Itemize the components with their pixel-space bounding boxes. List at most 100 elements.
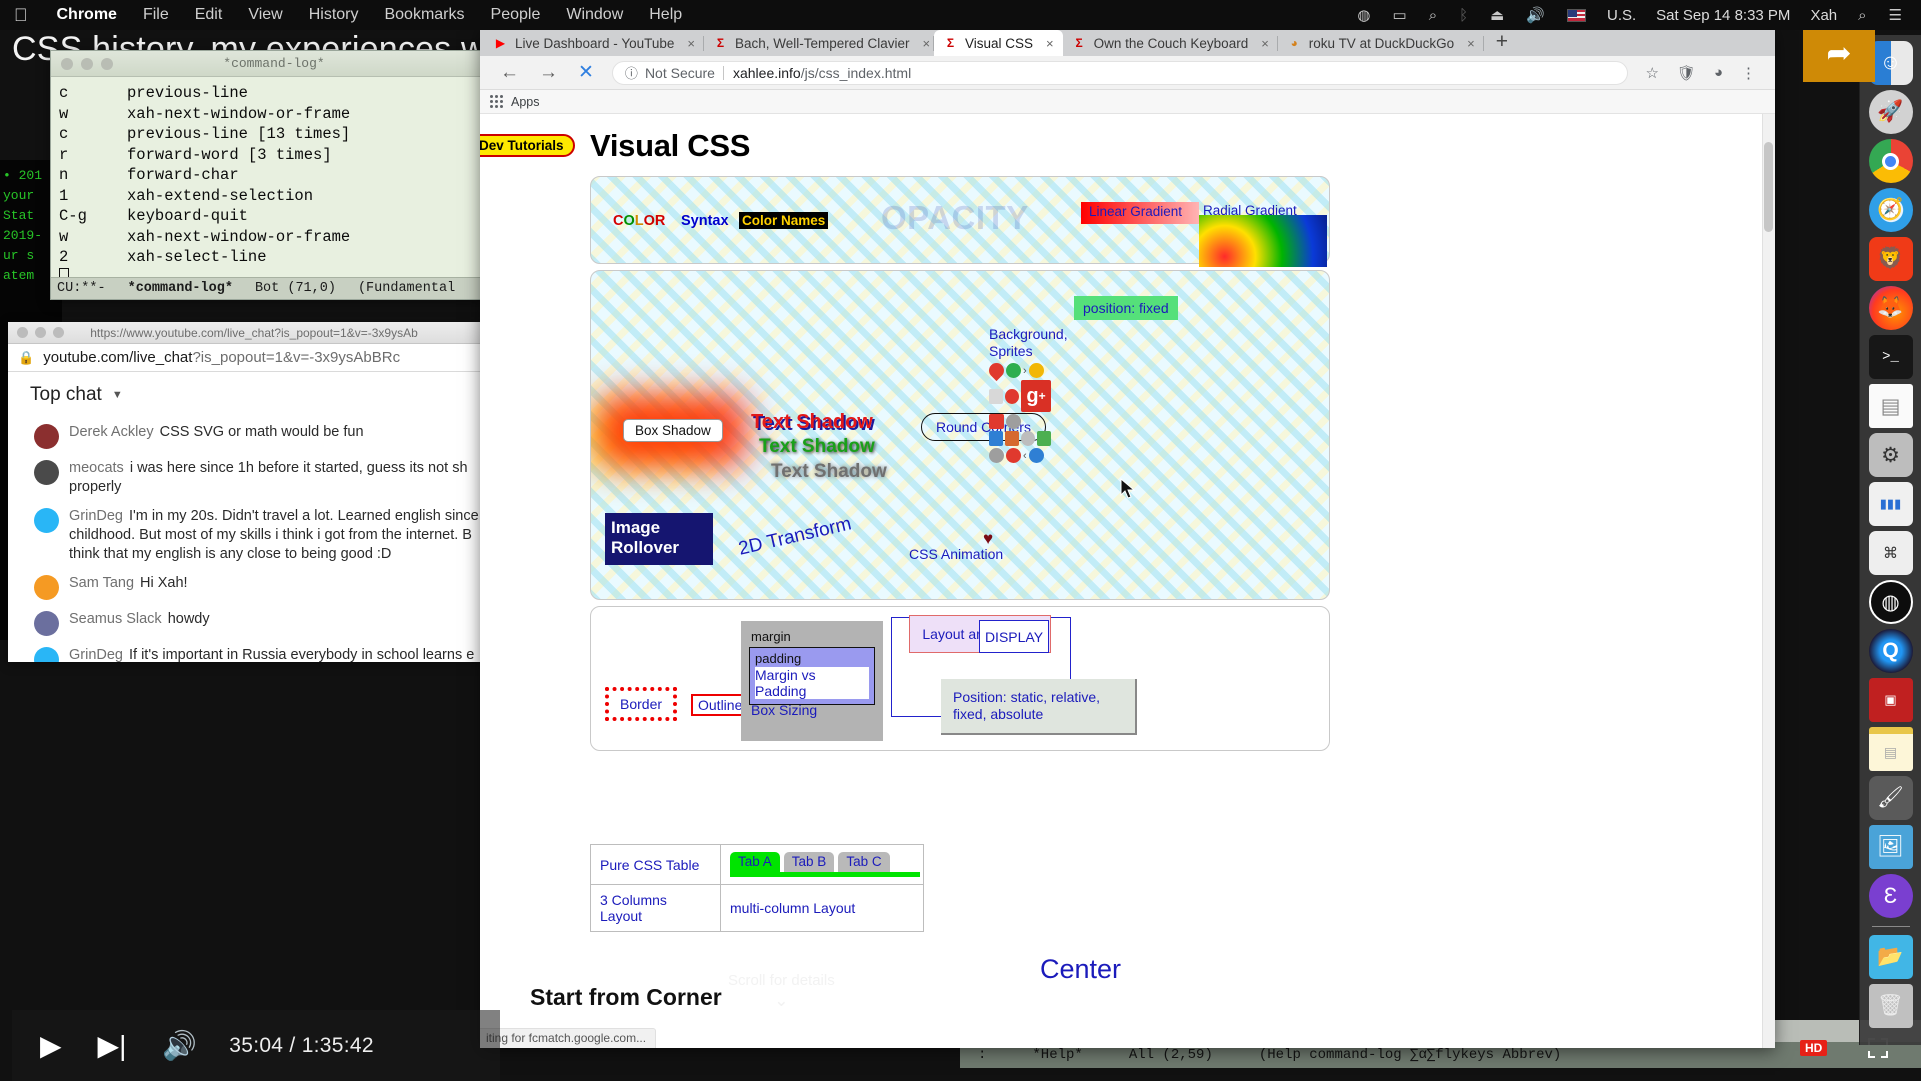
emacs-titlebar[interactable]: *command-log*	[51, 51, 497, 77]
browser-toolbar[interactable]: ← → ✕ ⓘ Not Secure xahlee.info/js/css_in…	[480, 56, 1775, 90]
macos-menubar[interactable]:  Chrome File Edit View History Bookmark…	[0, 0, 1921, 30]
notification-center-icon[interactable]: ☰	[1878, 6, 1913, 24]
play-icon[interactable]: ▶	[22, 1029, 80, 1062]
firefox-icon[interactable]: 🦊	[1868, 286, 1913, 330]
image-rollover-link[interactable]: Image Rollover	[605, 513, 713, 565]
scrollbar-thumb[interactable]	[1764, 142, 1773, 232]
shield-icon[interactable]: 🛡	[1668, 64, 1705, 82]
display-link[interactable]: DISPLAY	[979, 620, 1049, 653]
close-tab-icon[interactable]: ×	[1467, 36, 1475, 51]
brave-icon[interactable]: 🦁	[1868, 237, 1913, 281]
position-fixed-link[interactable]: position: fixed	[1074, 296, 1178, 320]
forward-icon[interactable]: →	[529, 62, 568, 84]
video-controls[interactable]: ▶ ▶| 🔊 35:04 / 1:35:42	[12, 1010, 500, 1081]
textedit-icon[interactable]: ▤	[1868, 384, 1913, 428]
stop-loading-icon[interactable]: ✕	[568, 61, 604, 84]
volume-icon[interactable]: 🔊	[144, 1029, 215, 1062]
radial-gradient-link[interactable]: Radial Gradient	[1203, 203, 1297, 218]
page-scrollbar[interactable]	[1762, 114, 1775, 1048]
safari-icon[interactable]: 🧭	[1868, 188, 1913, 232]
quicktime-icon[interactable]: Q	[1868, 629, 1913, 673]
chat-window-titlebar[interactable]: https://www.youtube.com/live_chat?is_pop…	[8, 322, 500, 344]
text-shadow-link-2[interactable]: Text Shadow	[759, 436, 875, 458]
eject-icon[interactable]: ⏏	[1479, 6, 1515, 24]
browser-tab-bach[interactable]: Σ Bach, Well-Tempered Clavier ×	[704, 30, 934, 56]
tab-strip[interactable]: ▶ Live Dashboard - YouTube × Σ Bach, Wel…	[480, 28, 1775, 56]
tab-a[interactable]: Tab A	[730, 852, 780, 872]
browser-tab-visual-css[interactable]: Σ Visual CSS ×	[933, 30, 1063, 56]
terminal-icon[interactable]: >_	[1868, 335, 1913, 379]
margin-vs-padding-link[interactable]: Margin vs Padding	[755, 667, 869, 699]
chrome-icon[interactable]	[1868, 139, 1913, 183]
macos-dock[interactable]: ☺ 🚀 🧭 🦁 🦊 >_ ▤ ⚙ ▮▮▮ ⌘ ◍ Q ▣ ▤ 🖌 🖼 Ɛ 📂 🗑	[1859, 35, 1921, 1045]
text-shadow-link-1[interactable]: Text Shadow	[751, 411, 873, 434]
close-tab-icon[interactable]: ×	[923, 36, 931, 51]
color-names-link[interactable]: Color Names	[739, 212, 829, 229]
next-video-icon[interactable]: ▶|	[80, 1029, 145, 1062]
emacs-icon[interactable]: Ɛ	[1868, 874, 1913, 918]
bookmark-apps[interactable]: Apps	[511, 95, 540, 109]
close-tab-icon[interactable]: ×	[1261, 36, 1269, 51]
opacity-link[interactable]: OPACITY	[881, 199, 1029, 237]
emacs-command-log-window[interactable]: *command-log* c previous-line w xah-next-w…	[50, 50, 498, 300]
clock[interactable]: Sat Sep 14 8:33 PM	[1646, 7, 1800, 24]
menu-help[interactable]: Help	[636, 6, 695, 24]
system-preferences-icon[interactable]: ⚙	[1868, 433, 1913, 477]
color-syntax-link[interactable]: Syntax	[681, 213, 729, 229]
menu-file[interactable]: File	[130, 6, 182, 24]
new-tab-button[interactable]: +	[1484, 30, 1520, 56]
box-sizing-link[interactable]: Box Sizing	[751, 702, 817, 718]
menu-edit[interactable]: Edit	[182, 6, 236, 24]
keyboard-viewer-icon[interactable]: ⌘	[1868, 531, 1913, 575]
multi-column-layout-link[interactable]: multi-column Layout	[720, 884, 924, 932]
menu-people[interactable]: People	[478, 6, 554, 24]
obs-record-icon[interactable]: ◍	[1346, 6, 1381, 24]
activity-monitor-icon[interactable]: ▮▮▮	[1868, 482, 1913, 526]
spotlight-icon[interactable]: ⌕	[1847, 7, 1877, 24]
position-link[interactable]: Position: static, relative, fixed, absol…	[941, 679, 1137, 735]
background-sprites-link[interactable]: Background, Sprites	[989, 326, 1068, 360]
preview-icon[interactable]: 🖼	[1868, 825, 1913, 869]
chat-address-bar[interactable]: 🔒 youtube.com/live_chat ?is_popout=1&v=-3…	[8, 344, 500, 372]
three-columns-layout-link[interactable]: 3 Columns Layout	[590, 884, 721, 932]
back-to-tutorials-link[interactable]: back to Web Dev Tutorials	[480, 134, 575, 157]
obs-icon[interactable]: ◍	[1868, 580, 1913, 624]
color-link[interactable]: COLOR	[613, 213, 665, 229]
close-tab-icon[interactable]: ×	[1046, 36, 1054, 51]
menu-history[interactable]: History	[296, 6, 372, 24]
chat-message-list[interactable]: Derek Ackley CSS SVG or math would be fun…	[8, 414, 500, 662]
address-bar[interactable]: ⓘ Not Secure xahlee.info/js/css_index.ht…	[611, 60, 1629, 85]
magnifier-icon[interactable]: ⌕	[1418, 7, 1448, 24]
us-flag-icon[interactable]	[1556, 8, 1597, 22]
user-menu[interactable]: Xah	[1800, 7, 1847, 24]
bookmark-star-icon[interactable]: ☆	[1636, 64, 1667, 82]
menu-view[interactable]: View	[235, 6, 295, 24]
center-link[interactable]: Center	[1040, 954, 1121, 985]
tab-c[interactable]: Tab C	[838, 852, 890, 872]
notes-icon[interactable]: ▤	[1868, 727, 1913, 771]
kebab-menu-icon[interactable]: ⋮	[1732, 64, 1765, 82]
downloads-folder-icon[interactable]: 📂	[1868, 935, 1913, 979]
tab-b[interactable]: Tab B	[783, 852, 835, 872]
menubar-status-items[interactable]: ◍ ▭ ⌕ ᛒ ⏏ 🔊 U.S. Sat Sep 14 8:33 PM Xah …	[1346, 6, 1921, 25]
launchpad-icon[interactable]: 🚀	[1868, 90, 1913, 134]
chrome-browser-window[interactable]: ▶ Live Dashboard - YouTube × Σ Bach, Wel…	[480, 28, 1775, 1048]
page-viewport[interactable]: back to Web Dev Tutorials Visual CSS COL…	[480, 114, 1775, 1048]
top-chat-selector[interactable]: Top chat ▼	[8, 372, 500, 414]
browser-tab-couch-keyboard[interactable]: Σ Own the Couch Keyboard ×	[1063, 30, 1278, 56]
apps-grid-icon[interactable]	[490, 95, 503, 108]
account-icon[interactable]: ◕	[1705, 64, 1732, 81]
photobooth-icon[interactable]: ▣	[1868, 678, 1913, 722]
volume-icon[interactable]: 🔊	[1515, 6, 1556, 24]
menu-bookmarks[interactable]: Bookmarks	[371, 6, 477, 24]
close-tab-icon[interactable]: ×	[687, 36, 695, 51]
pure-css-table-link[interactable]: Pure CSS Table	[590, 844, 721, 885]
trash-icon[interactable]: 🗑	[1868, 984, 1913, 1028]
text-shadow-link-3[interactable]: Text Shadow	[771, 461, 887, 483]
display-icon[interactable]: ▭	[1382, 6, 1418, 24]
apple-icon[interactable]: 	[0, 6, 44, 24]
bookmarks-bar[interactable]: Apps	[480, 90, 1775, 114]
border-link[interactable]: Border	[605, 687, 678, 721]
info-circle-icon[interactable]: ⓘ	[625, 63, 638, 82]
bluetooth-icon[interactable]: ᛒ	[1448, 7, 1479, 24]
